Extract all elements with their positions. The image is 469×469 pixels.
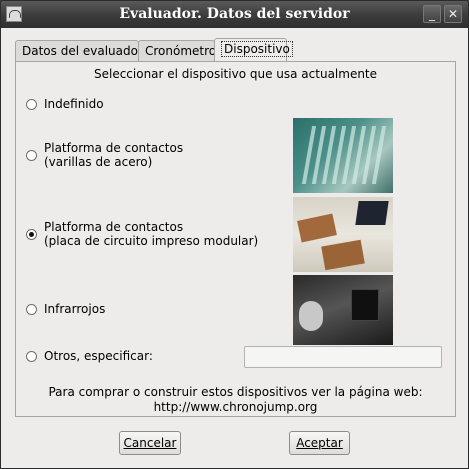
- accept-button-label: Aceptar: [296, 436, 343, 450]
- infrared-device-photo: [293, 275, 393, 345]
- other-device-input[interactable]: [244, 346, 442, 368]
- tab-dispositivo[interactable]: Dispositivo: [214, 38, 293, 63]
- panel-subtitle: Seleccionar el dispositivo que usa actua…: [93, 67, 378, 81]
- purchase-info-line: Para comprar o construir estos dispositi…: [48, 385, 423, 399]
- option-sublabel: (varillas de acero): [44, 155, 153, 169]
- purchase-info-text: Para comprar o construir estos dispositi…: [16, 385, 455, 415]
- radio-steel-rods-platform[interactable]: [26, 149, 37, 161]
- title-bar[interactable]: Evaluador. Datos del servidor _ ✕: [1, 1, 468, 28]
- option-infrarrojos[interactable]: Infrarrojos: [26, 302, 105, 316]
- option-steel-rods-platform[interactable]: Platforma de contactos (varillas de acer…: [26, 141, 183, 169]
- server-data-dialog: Evaluador. Datos del servidor _ ✕ Datos …: [0, 0, 469, 469]
- tab-label: Datos del evaluador: [22, 44, 143, 58]
- website-url: http://www.chronojump.org: [153, 400, 318, 414]
- cancel-button-label: Cancelar: [123, 436, 177, 450]
- tab-label: Dispositivo: [221, 41, 293, 57]
- option-label: Indefinido: [44, 97, 104, 111]
- contact-platform-pcb-photo: [293, 197, 393, 272]
- option-label-block: Platforma de contactos (varillas de acer…: [44, 141, 183, 169]
- tab-cronometro[interactable]: Cronómetro: [138, 40, 217, 62]
- device-tab-panel: Seleccionar el dispositivo que usa actua…: [15, 61, 456, 417]
- tab-datos-del-evaluador[interactable]: Datos del evaluador: [15, 40, 143, 62]
- option-label: Platforma de contactos: [44, 141, 184, 155]
- tab-label: Cronómetro: [145, 44, 217, 58]
- radio-pcb-platform[interactable]: [26, 228, 37, 240]
- close-icon[interactable]: ✕: [444, 5, 462, 23]
- option-label: Infrarrojos: [44, 302, 106, 316]
- radio-infrarrojos[interactable]: [26, 303, 37, 315]
- option-label: Platforma de contactos: [44, 220, 184, 234]
- option-indefinido[interactable]: Indefinido: [26, 97, 104, 111]
- cancel-button[interactable]: Cancelar: [119, 431, 181, 455]
- contact-platform-steel-rods-photo: [293, 118, 393, 193]
- radio-indefinido[interactable]: [26, 98, 37, 110]
- accept-button[interactable]: Aceptar: [289, 431, 350, 455]
- radio-otros[interactable]: [26, 350, 37, 362]
- option-sublabel: (placa de circuito impreso modular): [44, 234, 259, 248]
- option-pcb-platform[interactable]: Platforma de contactos (placa de circuit…: [26, 220, 258, 248]
- option-label-block: Platforma de contactos (placa de circuit…: [44, 220, 258, 248]
- option-label: Otros, especificar:: [44, 349, 153, 363]
- window-title: Evaluador. Datos del servidor: [119, 6, 350, 22]
- minimize-icon[interactable]: _: [423, 5, 441, 23]
- option-otros[interactable]: Otros, especificar:: [26, 349, 153, 363]
